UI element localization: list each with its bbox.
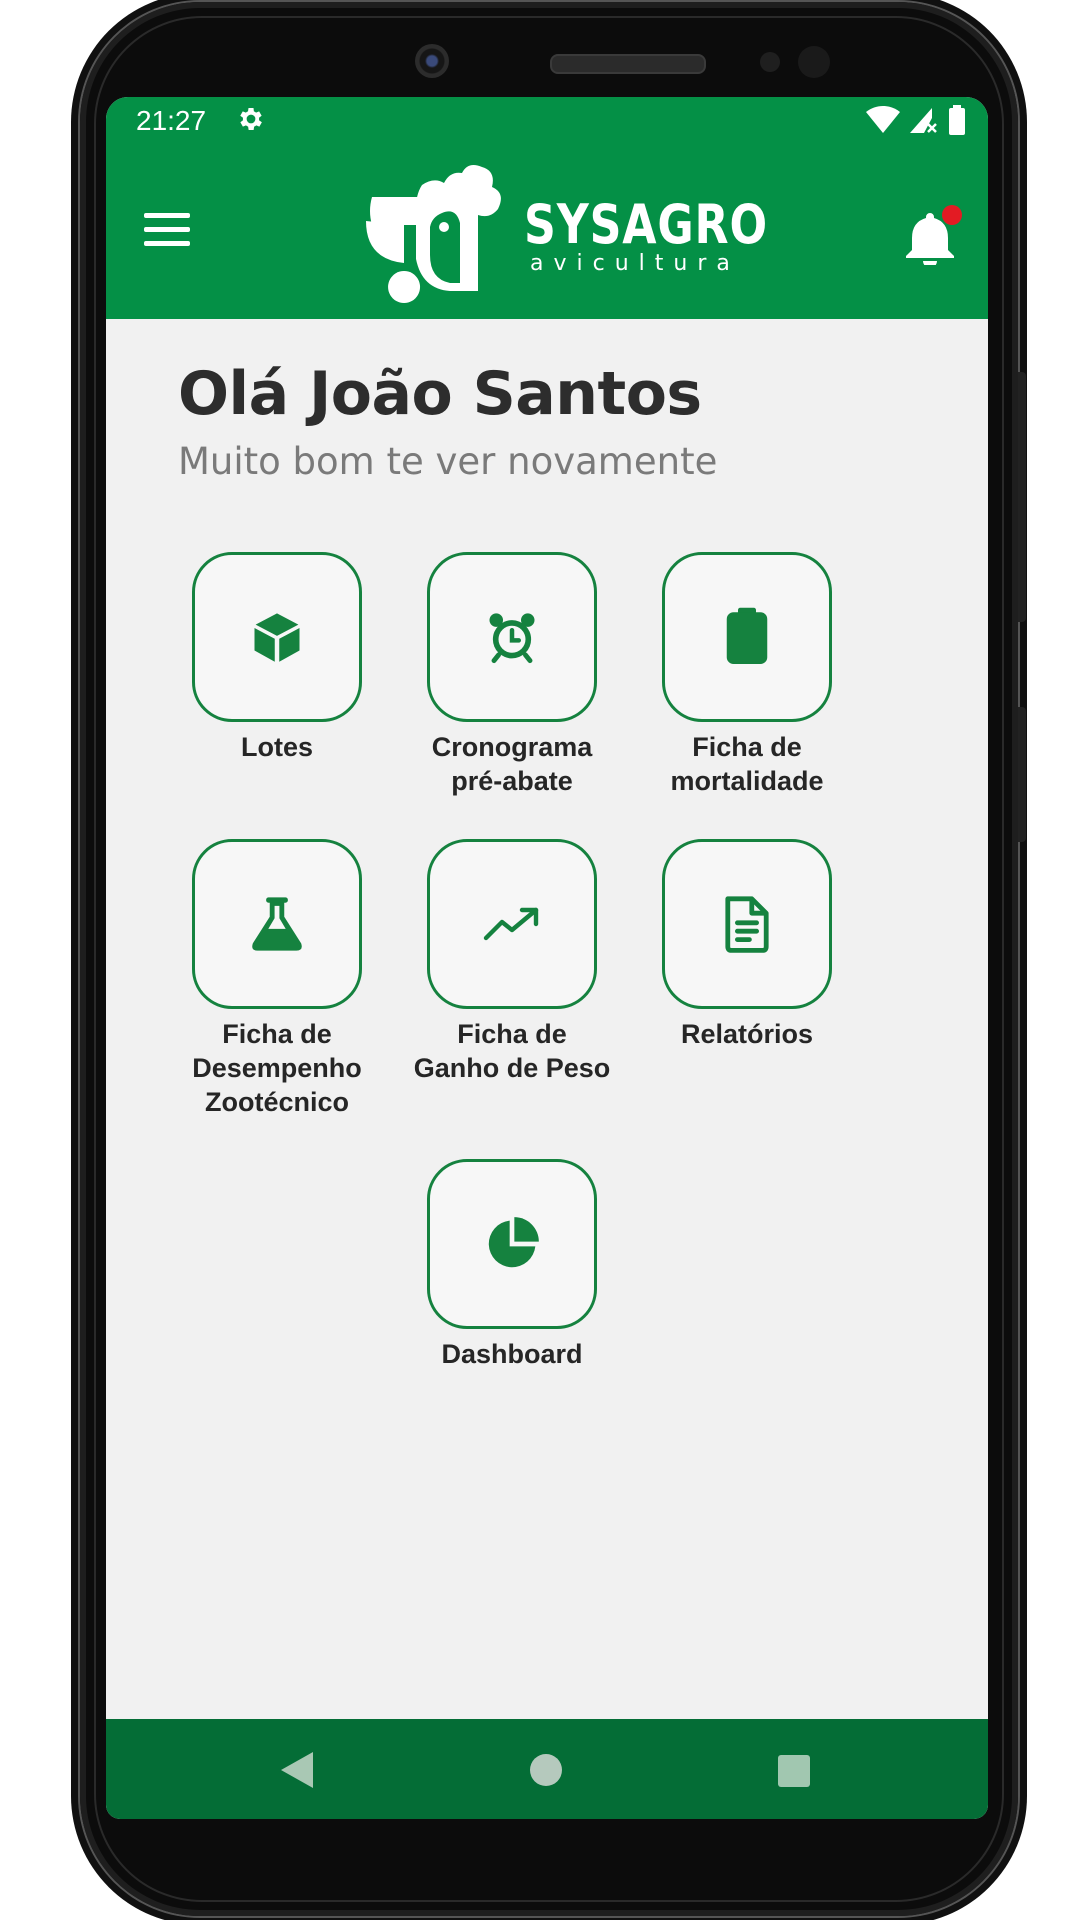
clipboard-icon	[726, 607, 768, 664]
greeting-title: Olá João Santos	[178, 359, 702, 429]
desempenho-button[interactable]	[192, 839, 362, 1009]
proximity-sensor	[760, 52, 780, 72]
cronograma-label: Cronograma pré-abate	[431, 732, 593, 796]
rooster-logo-icon	[366, 165, 501, 303]
mortalidade-label: Ficha de mortalidade	[670, 732, 824, 796]
lotes-label: Lotes	[240, 732, 313, 762]
gear-icon	[240, 108, 262, 130]
logo-subtitle: avicultura	[530, 251, 740, 276]
sysagro-logo: SYSAGRO avicultura	[364, 163, 767, 303]
mortalidade-button[interactable]	[662, 552, 832, 722]
menu-item-ganho-peso[interactable]: Ficha de Ganho de Peso	[397, 839, 627, 1085]
cronograma-button[interactable]	[427, 552, 597, 722]
ganho-peso-button[interactable]	[427, 839, 597, 1009]
back-icon[interactable]	[281, 1752, 313, 1788]
power-button	[1018, 707, 1026, 842]
notification-dot	[942, 205, 962, 225]
wifi-icon	[866, 106, 900, 133]
flask-icon	[252, 897, 302, 951]
earpiece-speaker	[550, 54, 706, 74]
navigation-bar	[106, 1719, 988, 1819]
lotes-button[interactable]	[192, 552, 362, 722]
menu-item-desempenho[interactable]: Ficha de Desempenho Zootécnico	[162, 839, 392, 1119]
cell-signal-icon	[910, 108, 937, 133]
status-time: 21:27	[136, 105, 207, 136]
battery-icon	[949, 105, 965, 135]
home-icon[interactable]	[530, 1754, 562, 1786]
desempenho-label: Ficha de Desempenho Zootécnico	[192, 1019, 362, 1117]
menu-item-dashboard[interactable]: Dashboard	[397, 1159, 627, 1371]
relatorios-label: Relatórios	[680, 1019, 814, 1049]
logo-title: SYSAGRO	[524, 193, 768, 256]
dashboard-button[interactable]	[427, 1159, 597, 1329]
alarm-clock-icon	[489, 613, 535, 664]
menu-item-cronograma[interactable]: Cronograma pré-abate	[397, 552, 627, 798]
volume-button	[1018, 372, 1026, 622]
pie-chart-icon	[488, 1217, 539, 1268]
dashboard-label: Dashboard	[441, 1339, 583, 1369]
relatorios-button[interactable]	[662, 839, 832, 1009]
recent-apps-icon[interactable]	[778, 1755, 810, 1787]
cube-icon	[254, 613, 300, 662]
screen: 21:27 SYSAGRO avicultura Olá João Santos…	[106, 97, 988, 1819]
document-icon	[725, 896, 769, 953]
trending-up-icon	[483, 907, 539, 941]
status-icons	[866, 105, 966, 135]
hamburger-menu-icon[interactable]	[144, 213, 190, 253]
menu-item-relatorios[interactable]: Relatórios	[632, 839, 862, 1051]
notifications-button[interactable]	[904, 205, 962, 269]
light-sensor	[798, 46, 830, 78]
status-bar: 21:27	[106, 97, 988, 143]
greeting-subtitle: Muito bom te ver novamente	[178, 440, 718, 483]
ganho-peso-label: Ficha de Ganho de Peso	[413, 1019, 611, 1083]
menu-item-lotes[interactable]: Lotes	[162, 552, 392, 764]
app-bar: SYSAGRO avicultura	[106, 143, 988, 319]
front-camera	[415, 44, 449, 78]
menu-item-mortalidade[interactable]: Ficha de mortalidade	[632, 552, 862, 798]
